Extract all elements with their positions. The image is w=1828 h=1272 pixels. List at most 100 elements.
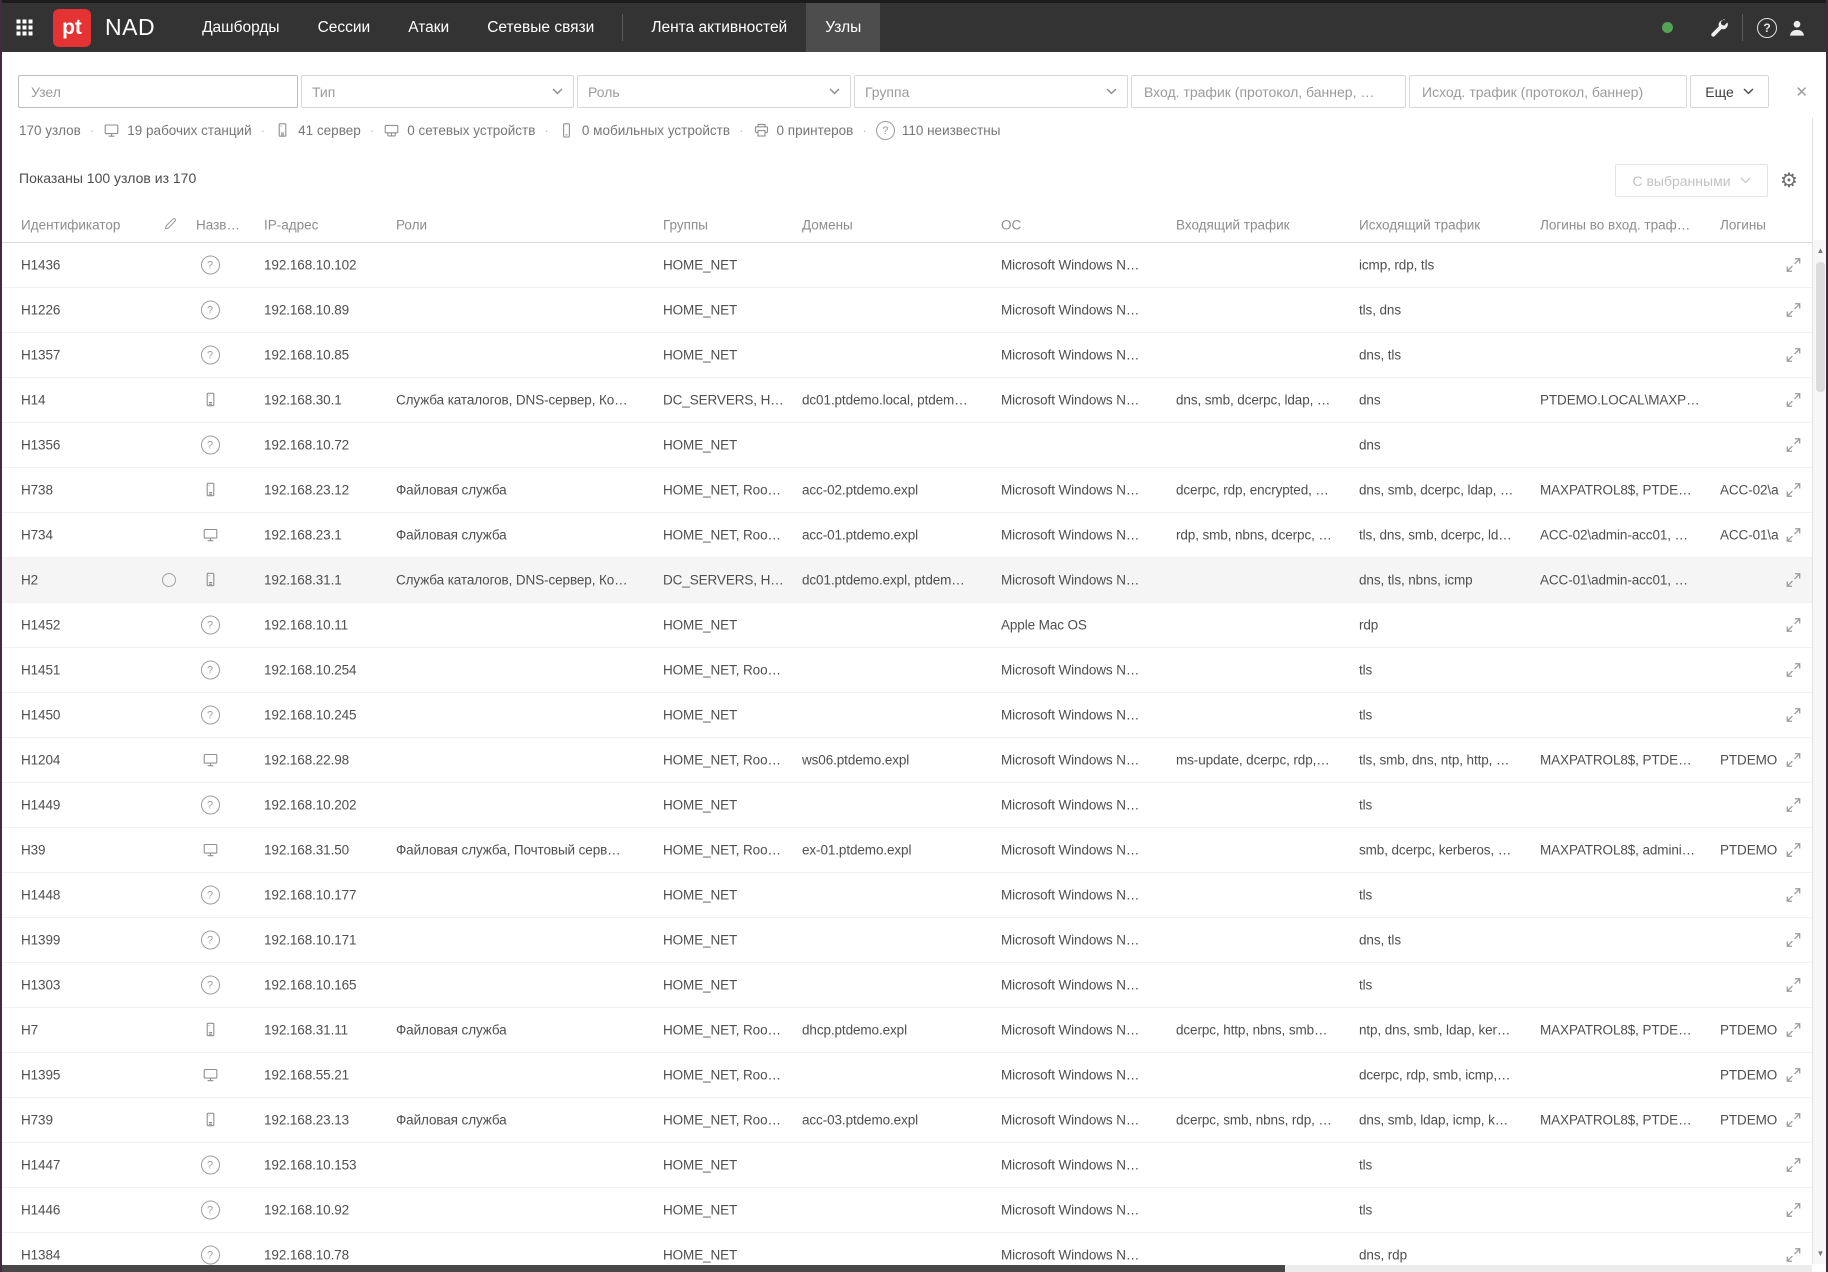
table-row[interactable]: H739 192.168.23.13 Файловая служба HOME_NET…: [0, 1098, 1828, 1143]
column-header[interactable]: ОС: [1001, 217, 1021, 232]
more-filters-button[interactable]: Еще: [1690, 75, 1769, 108]
stat-item[interactable]: 0 мобильных устройств: [558, 122, 730, 139]
table-row[interactable]: H39 192.168.31.50 Файловая служба, Почтовы…: [0, 828, 1828, 873]
cell-os: Microsoft Windows N…: [1001, 752, 1140, 768]
gear-icon[interactable]: ⚙: [1780, 164, 1798, 197]
wrench-icon[interactable]: [1703, 18, 1733, 37]
tab-4[interactable]: Сетевые связи: [468, 3, 613, 52]
expand-row-button[interactable]: [1786, 258, 1801, 273]
apps-grid-icon[interactable]: [0, 3, 35, 52]
table-row[interactable]: ? H1448 192.168.10.177 HOME_NET Microsoft Wi…: [0, 873, 1828, 918]
horizontal-scrollbar[interactable]: [2, 1265, 1812, 1272]
table-row[interactable]: ? H1446 192.168.10.92 HOME_NET Microsoft Win…: [0, 1188, 1828, 1233]
stat-item[interactable]: 170 узлов: [19, 123, 81, 138]
table-row[interactable]: H7 192.168.31.11 Файловая служба HOME_NET, …: [0, 1008, 1828, 1053]
expand-row-button[interactable]: [1786, 1023, 1801, 1038]
cell-traffic-in: dcerpc, http, nbns, smb…: [1176, 1022, 1328, 1038]
column-header[interactable]: Логины во вход. траф…: [1540, 217, 1690, 232]
table-row[interactable]: ? H1399 192.168.10.171 HOME_NET Microsoft Wi…: [0, 918, 1828, 963]
help-icon[interactable]: ?: [1752, 17, 1782, 38]
stat-item[interactable]: 19 рабочих станций: [103, 122, 252, 139]
tab-6[interactable]: Узлы: [806, 3, 881, 52]
table-row[interactable]: H734 192.168.23.1 Файловая служба HOME_NET,…: [0, 513, 1828, 558]
workstation-icon: [104, 124, 119, 137]
tab-5[interactable]: Лента активностей: [632, 3, 806, 52]
expand-row-button[interactable]: [1786, 798, 1801, 813]
expand-row-button[interactable]: [1786, 1158, 1801, 1173]
expand-row-button[interactable]: [1786, 978, 1801, 993]
expand-row-button[interactable]: [1786, 528, 1801, 543]
cell-os: Microsoft Windows N…: [1001, 1112, 1140, 1128]
table-row[interactable]: ? H1450 192.168.10.245 HOME_NET Microsoft Wi…: [0, 693, 1828, 738]
column-header[interactable]: IP-адрес: [264, 217, 318, 232]
stat-item[interactable]: 0 сетевых устройств: [383, 122, 535, 139]
table-row[interactable]: ? H1436 192.168.10.102 HOME_NET Microsoft Wi…: [0, 243, 1828, 288]
expand-row-button[interactable]: [1786, 663, 1801, 678]
stat-item[interactable]: ? 110 неизвестны: [875, 121, 1000, 140]
table-row[interactable]: H14 192.168.30.1 Служба каталогов, DNS-сер…: [0, 378, 1828, 423]
expand-row-button[interactable]: [1786, 393, 1801, 408]
column-header[interactable]: Входящий трафик: [1176, 217, 1290, 232]
table-row[interactable]: H2 192.168.31.1 Служба каталогов, DNS-серв…: [0, 558, 1828, 603]
tab-1[interactable]: Дашборды: [183, 3, 299, 52]
column-header[interactable]: Назв…: [196, 217, 240, 232]
with-selected-button[interactable]: С выбранными: [1615, 164, 1768, 197]
node-filter-field[interactable]: [29, 82, 287, 101]
cell-ip: 192.168.23.1: [264, 527, 342, 543]
table-row[interactable]: H1395 192.168.55.21 HOME_NET, Roo… Microsof…: [0, 1053, 1828, 1098]
column-header[interactable]: Домены: [802, 217, 853, 232]
in-traffic-filter-input[interactable]: [1131, 75, 1406, 108]
column-header[interactable]: Исходящий трафик: [1359, 217, 1480, 232]
stats-separator: ·: [544, 123, 549, 138]
expand-row-button[interactable]: [1786, 1248, 1801, 1263]
node-type-icon-cell: ?: [196, 435, 224, 455]
column-header[interactable]: Группы: [663, 217, 708, 232]
user-icon[interactable]: [1782, 19, 1812, 37]
type-filter-select[interactable]: Тип: [301, 75, 574, 108]
table-row[interactable]: ? H1356 192.168.10.72 HOME_NET dns: [0, 423, 1828, 468]
expand-row-button[interactable]: [1786, 1113, 1801, 1128]
table-row[interactable]: ? H1451 192.168.10.254 HOME_NET, Roo… Micros…: [0, 648, 1828, 693]
table-row[interactable]: ? H1226 192.168.10.89 HOME_NET Microsoft Win…: [0, 288, 1828, 333]
expand-row-button[interactable]: [1786, 1203, 1801, 1218]
role-filter-select[interactable]: Роль: [577, 75, 851, 108]
expand-row-button[interactable]: [1786, 348, 1801, 363]
in-traffic-filter-field[interactable]: [1142, 82, 1395, 101]
table-row[interactable]: ? H1357 192.168.10.85 HOME_NET Microsoft Win…: [0, 333, 1828, 378]
table-row[interactable]: ? H1303 192.168.10.165 HOME_NET Microsoft Wi…: [0, 963, 1828, 1008]
expand-row-button[interactable]: [1786, 708, 1801, 723]
tab-3[interactable]: Атаки: [389, 3, 468, 52]
expand-row-button[interactable]: [1786, 618, 1801, 633]
expand-row-button[interactable]: [1786, 438, 1801, 453]
clear-filters-icon[interactable]: ✕: [1795, 83, 1808, 101]
table-row[interactable]: ? H1452 192.168.10.11 HOME_NET Apple Mac OS r…: [0, 603, 1828, 648]
expand-row-button[interactable]: [1786, 888, 1801, 903]
out-traffic-filter-field[interactable]: [1420, 82, 1676, 101]
table-row[interactable]: ? H1449 192.168.10.202 HOME_NET Microsoft Wi…: [0, 783, 1828, 828]
expand-row-button[interactable]: [1786, 483, 1801, 498]
column-header[interactable]: Идентификатор: [21, 217, 120, 232]
out-traffic-filter-input[interactable]: [1409, 75, 1687, 108]
horizontal-scrollbar-thumb[interactable]: [2, 1265, 1285, 1272]
group-filter-select[interactable]: Группа: [854, 75, 1128, 108]
cell-id: H1357: [21, 347, 61, 363]
expand-row-button[interactable]: [1786, 573, 1801, 588]
column-header[interactable]: Роли: [396, 217, 427, 232]
expand-row-button[interactable]: [1786, 303, 1801, 318]
server-icon: [206, 1112, 214, 1127]
stat-item[interactable]: 0 принтеров: [753, 122, 853, 139]
expand-row-button[interactable]: [1786, 753, 1801, 768]
node-filter-input[interactable]: [18, 75, 298, 108]
table-row[interactable]: H738 192.168.23.12 Файловая служба HOME_NET…: [0, 468, 1828, 513]
cell-id: H2: [21, 572, 39, 588]
expand-row-button[interactable]: [1786, 843, 1801, 858]
table-row[interactable]: ? H1447 192.168.10.153 HOME_NET Microsoft Wi…: [0, 1143, 1828, 1188]
stat-item[interactable]: 41 сервер: [274, 122, 361, 139]
tab-2[interactable]: Сессии: [299, 3, 390, 52]
column-header[interactable]: Логины: [1720, 217, 1766, 232]
expand-row-button[interactable]: [1786, 1068, 1801, 1083]
expand-row-button[interactable]: [1786, 933, 1801, 948]
table-row[interactable]: H1204 192.168.22.98 HOME_NET, Roo… ws06.ptd…: [0, 738, 1828, 783]
edit-name-column-header[interactable]: [163, 216, 178, 234]
vertical-scrollbar-thumb[interactable]: [1816, 262, 1825, 392]
